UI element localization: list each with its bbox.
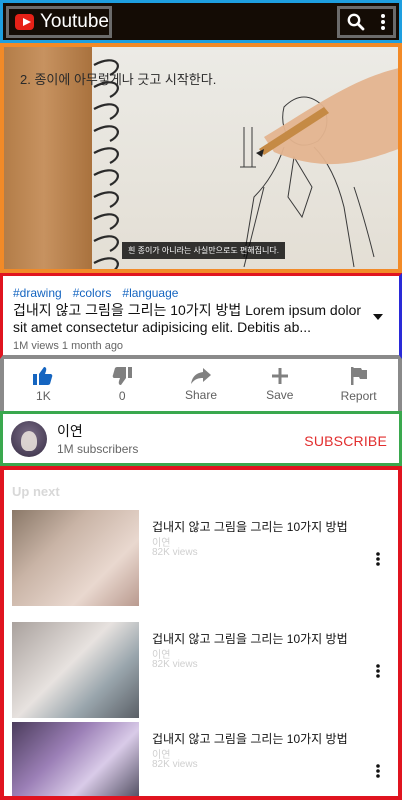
up-next-item-views: 82K views bbox=[152, 547, 198, 558]
hashtags: #drawing #colors #language bbox=[13, 286, 389, 300]
video-title: 겁내지 않고 그림을 그리는 10가지 방법 Lorem ipsum dolor… bbox=[13, 302, 362, 335]
up-next-item[interactable]: 겁내지 않고 그림을 그리는 10가지 방법 이연 82K views bbox=[12, 510, 392, 606]
up-next-item[interactable]: 겁내지 않고 그림을 그리는 10가지 방법 이연 82K views bbox=[12, 622, 392, 718]
like-button[interactable]: 1K bbox=[8, 367, 78, 403]
up-next-item-title[interactable]: 겁내지 않고 그림을 그리는 10가지 방법 bbox=[152, 518, 372, 535]
youtube-play-icon bbox=[15, 14, 34, 30]
channel-name[interactable]: 이연 bbox=[57, 421, 138, 441]
video-thumbnail[interactable] bbox=[12, 722, 139, 796]
share-label: Share bbox=[184, 388, 217, 402]
header-actions bbox=[337, 6, 396, 38]
share-button[interactable]: Share bbox=[166, 368, 236, 402]
more-vert-icon[interactable] bbox=[380, 13, 386, 31]
channel-avatar[interactable] bbox=[11, 420, 47, 457]
more-vert-icon[interactable] bbox=[376, 664, 380, 683]
video-player[interactable]: 2. 종이에 아무렇게나 긋고 시작한다. 흰 종이가 아니라는 사실만으로도 … bbox=[0, 43, 402, 273]
video-caption: 흰 종이가 아니라는 사실만으로도 편해집니다. bbox=[122, 242, 285, 259]
hashtag-colors[interactable]: #colors bbox=[73, 286, 112, 300]
plus-icon bbox=[271, 368, 288, 384]
video-overlay-title: 2. 종이에 아무렇게나 긋고 시작한다. bbox=[20, 72, 217, 87]
top-app-bar: Youtube bbox=[0, 0, 402, 43]
search-icon[interactable] bbox=[347, 13, 365, 31]
subscriber-count: 1M subscribers bbox=[57, 442, 139, 456]
logo-text: Youtube bbox=[39, 11, 109, 32]
like-count: 1K bbox=[36, 389, 51, 403]
up-next-item[interactable]: 겁내지 않고 그림을 그리는 10가지 방법 이연 82K views bbox=[12, 722, 392, 796]
up-next-heading: Up next bbox=[12, 484, 60, 499]
up-next-item-title[interactable]: 겁내지 않고 그림을 그리는 10가지 방법 bbox=[152, 730, 372, 747]
more-vert-icon[interactable] bbox=[376, 552, 380, 571]
dislike-count: 0 bbox=[118, 389, 126, 403]
video-actions: 1K 0 Share Save Report bbox=[0, 359, 402, 411]
hashtag-language[interactable]: #language bbox=[122, 286, 178, 300]
caret-down-icon bbox=[373, 314, 383, 320]
thumbs-down-icon bbox=[112, 367, 133, 385]
youtube-logo[interactable]: Youtube bbox=[6, 6, 112, 38]
save-label: Save bbox=[266, 388, 294, 402]
channel-bar: 이연 1M subscribers SUBSCRIBE bbox=[0, 411, 402, 466]
video-meta: 1M views 1 month ago bbox=[13, 340, 124, 352]
report-button[interactable]: Report bbox=[324, 367, 394, 403]
video-thumbnail[interactable] bbox=[12, 622, 139, 718]
up-next-item-title[interactable]: 겁내지 않고 그림을 그리는 10가지 방법 bbox=[152, 630, 372, 647]
flag-icon bbox=[350, 367, 367, 385]
up-next-section: Up next 겁내지 않고 그림을 그리는 10가지 방법 이연 82K vi… bbox=[0, 466, 402, 800]
report-label: Report bbox=[340, 389, 377, 403]
more-vert-icon[interactable] bbox=[376, 764, 380, 783]
video-info: #drawing #colors #language 겁내지 않고 그림을 그리… bbox=[0, 273, 402, 359]
subscribe-button[interactable]: SUBSCRIBE bbox=[304, 433, 387, 449]
video-frame: 2. 종이에 아무렇게나 긋고 시작한다. 흰 종이가 아니라는 사실만으로도 … bbox=[4, 47, 398, 269]
dislike-button[interactable]: 0 bbox=[87, 367, 157, 403]
up-next-item-views: 82K views bbox=[152, 759, 198, 770]
hashtag-drawing[interactable]: #drawing bbox=[13, 286, 62, 300]
video-thumbnail[interactable] bbox=[12, 510, 139, 606]
expand-description-button[interactable] bbox=[373, 307, 383, 336]
up-next-item-views: 82K views bbox=[152, 659, 198, 670]
thumbs-up-icon bbox=[33, 367, 53, 385]
save-button[interactable]: Save bbox=[245, 368, 315, 402]
share-icon bbox=[190, 368, 211, 384]
